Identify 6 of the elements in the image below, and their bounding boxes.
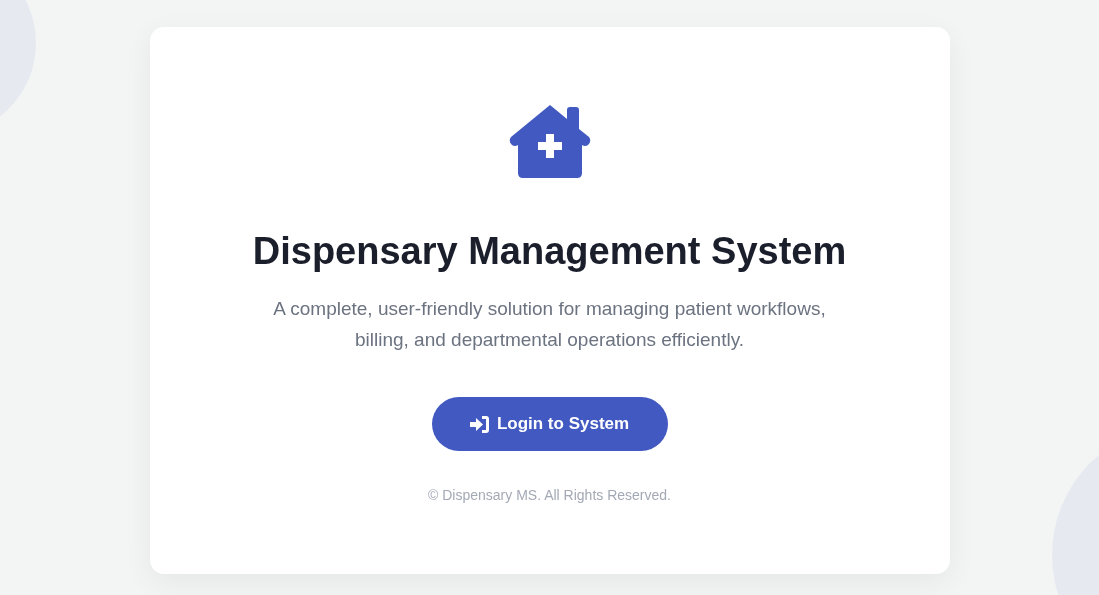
app-description: A complete, user-friendly solution for managing patient workflows, billing, and departmental operations efficiently. [272, 297, 827, 352]
login-button[interactable]: Login to System [431, 397, 668, 451]
copyright-text: © Dispensary MS. All Rights Reserved. [428, 487, 671, 503]
login-icon [469, 415, 489, 433]
app-title: Dispensary Management System [252, 229, 847, 273]
house-plus-icon [508, 105, 591, 179]
